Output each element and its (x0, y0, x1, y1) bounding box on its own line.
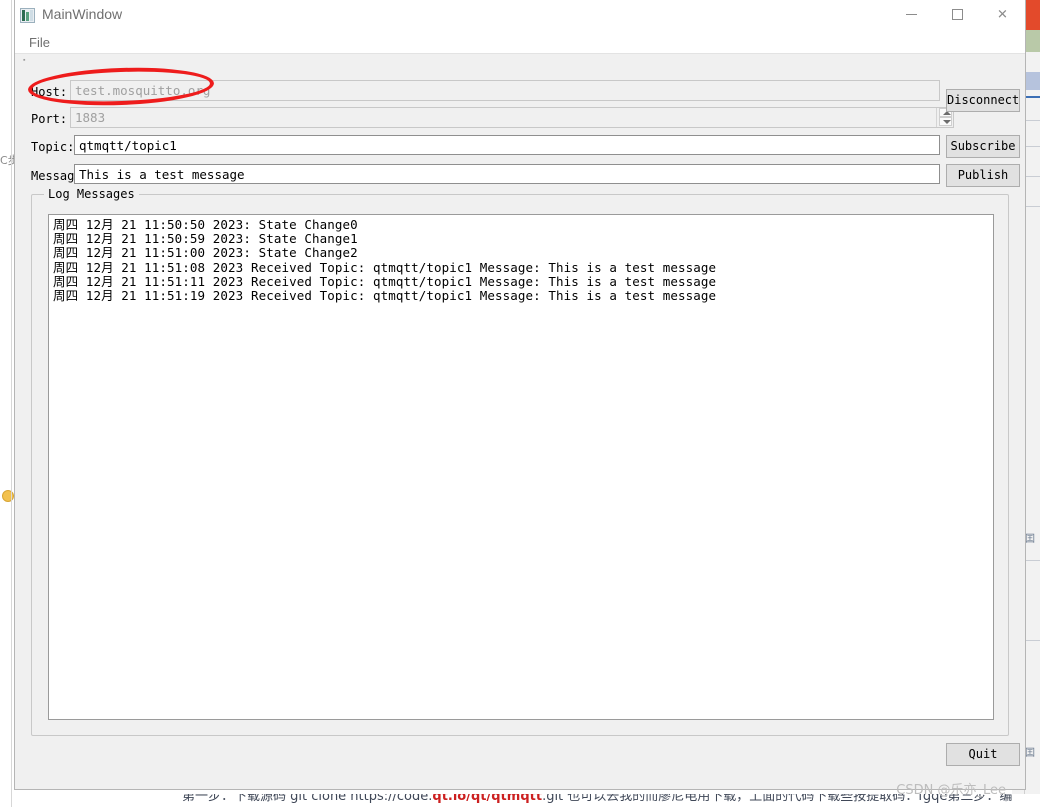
maximize-icon (952, 9, 963, 20)
background-orange-block (1024, 0, 1040, 30)
background-rule-7 (1025, 640, 1040, 641)
main-window: MainWindow ✕ File ▪ Host: test.mosquitto… (14, 0, 1026, 790)
log-messages-group: Log Messages 周四 12月 21 11:50:50 2023: St… (31, 187, 1009, 736)
log-line: 周四 12月 21 11:51:00 2023: State Change2 (53, 245, 358, 261)
background-rule-4 (1025, 176, 1040, 177)
menu-bar: File (15, 30, 1025, 54)
background-right-glyph: 囯 (1025, 534, 1035, 545)
layout-handle: ▪ (23, 57, 26, 64)
background-rule-3 (1025, 146, 1040, 147)
message-field[interactable]: This is a test message (74, 164, 940, 184)
background-band-gray (1024, 52, 1040, 72)
minimize-icon (906, 14, 917, 15)
menu-item-file[interactable]: File (23, 33, 56, 52)
central-widget: ▪ Host: test.mosquitto.org Port: 1883 To… (15, 55, 1025, 789)
publish-button[interactable]: Publish (946, 164, 1020, 187)
port-label: Port: (31, 112, 68, 126)
background-right-glyph-2: 囯 (1025, 748, 1035, 759)
background-rule-2 (1025, 120, 1040, 121)
log-messages-view[interactable]: 周四 12月 21 11:50:50 2023: State Change0 周… (48, 214, 994, 720)
background-bottom-link2: .git (542, 794, 564, 804)
background-bottom-link[interactable]: qt.io/qt/qtmqtt (432, 794, 542, 804)
background-left-strip: C步文C么寻画T怎世T老 (0, 0, 14, 807)
app-window-icon (20, 8, 35, 23)
background-rule-5 (1025, 206, 1040, 207)
host-label: Host: (31, 85, 68, 99)
quit-button[interactable]: Quit (946, 743, 1020, 766)
watermark: CSDN @乐亦_Lee (896, 783, 1006, 798)
background-emoji-icon (2, 490, 14, 502)
close-button[interactable]: ✕ (980, 0, 1025, 29)
log-line: 周四 12月 21 11:50:50 2023: State Change0 (53, 217, 358, 232)
log-line: 周四 12月 21 11:51:08 2023 Received Topic: … (53, 259, 717, 275)
log-line: 周四 12月 21 11:51:11 2023 Received Topic: … (53, 273, 717, 289)
host-field[interactable]: test.mosquitto.org (70, 80, 940, 101)
background-bottom-prefix: 第一步：下载源码 git clone https://code. (182, 794, 433, 804)
topic-label: Topic: (31, 140, 75, 154)
background-left-divider (11, 0, 12, 807)
log-line: 周四 12月 21 11:51:19 2023 Received Topic: … (53, 288, 717, 304)
background-rule-6 (1025, 560, 1040, 561)
spinner-down-icon[interactable] (939, 117, 952, 126)
log-messages-title: Log Messages (44, 187, 139, 201)
topic-field[interactable]: qtmqtt/topic1 (74, 135, 940, 155)
log-line: 周四 12月 21 11:50:59 2023: State Change1 (53, 231, 358, 247)
close-icon: ✕ (997, 7, 1008, 22)
port-field[interactable]: 1883 (70, 107, 954, 128)
title-bar: MainWindow ✕ (15, 0, 1025, 30)
disconnect-button[interactable]: Disconnect (946, 89, 1020, 112)
subscribe-button[interactable]: Subscribe (946, 135, 1020, 158)
background-band-green (1024, 30, 1040, 52)
window-title: MainWindow (42, 6, 123, 22)
maximize-button[interactable] (935, 0, 980, 29)
minimize-button[interactable] (890, 0, 935, 29)
background-band-blue (1024, 72, 1040, 90)
background-rule-1 (1025, 96, 1040, 98)
